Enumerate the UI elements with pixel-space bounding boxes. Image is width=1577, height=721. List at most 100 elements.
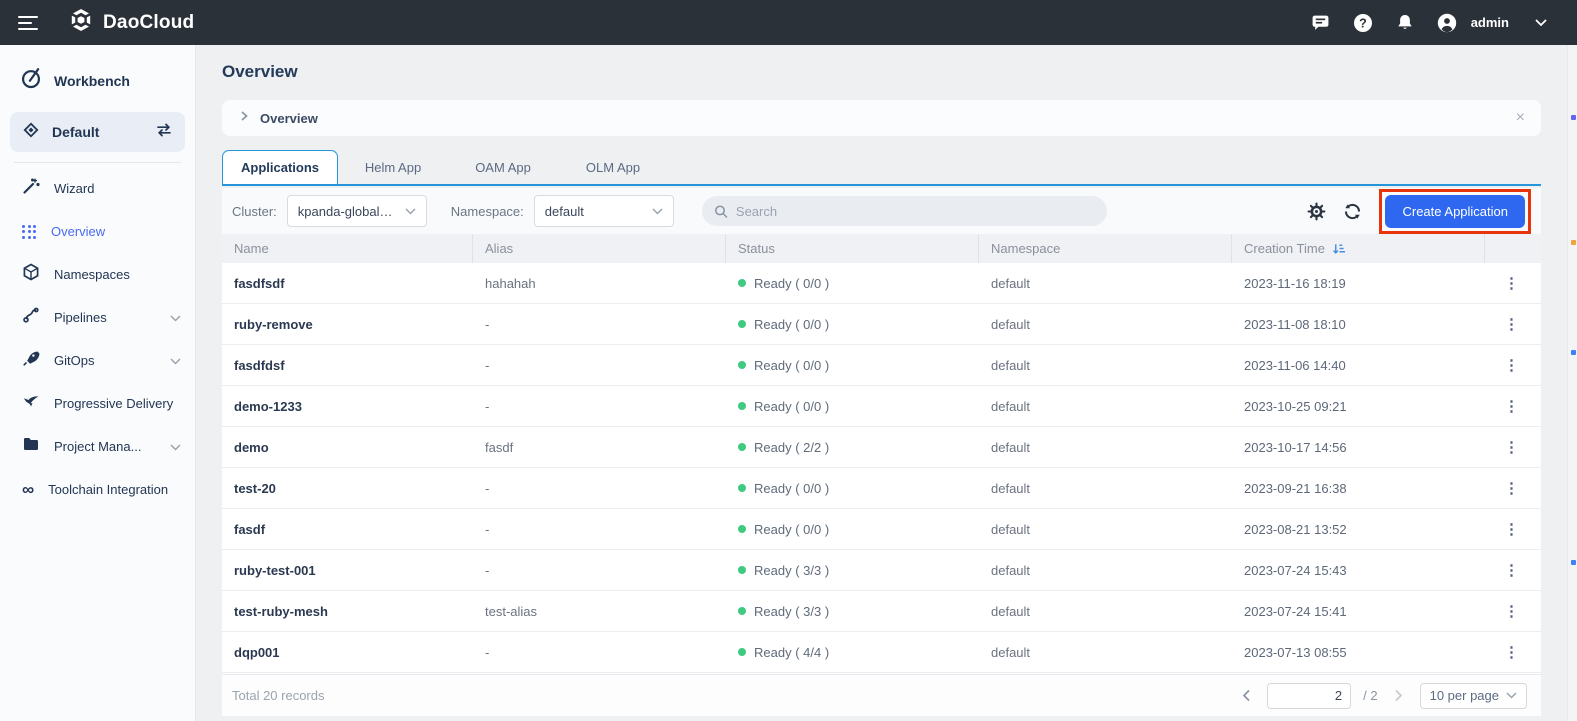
kebab-menu-icon[interactable]: ⋮ [1504,522,1519,537]
app-name[interactable]: ruby-test-001 [222,563,473,578]
page-size-value: 10 per page [1430,688,1499,703]
app-creation-time: 2023-07-13 08:55 [1232,645,1485,660]
message-icon[interactable] [1311,13,1331,33]
cluster-select[interactable]: kpanda-global-clu... [287,195,427,227]
sidebar-item-pipelines[interactable]: Pipelines [0,296,195,339]
close-icon[interactable]: × [1516,110,1525,126]
chevron-down-icon [170,309,181,327]
cluster-label: Cluster: [232,204,277,219]
tab-applications[interactable]: Applications [222,150,338,184]
next-page-icon[interactable] [1390,687,1408,705]
sidebar-item-toolchain-integration[interactable]: ∞ Toolchain Integration [0,468,195,511]
kebab-menu-icon[interactable]: ⋮ [1504,440,1519,455]
sidebar-item-namespaces[interactable]: Namespaces [0,253,195,296]
scrollbar-marker [1571,115,1576,120]
user-menu-chevron-icon[interactable] [1531,13,1551,33]
app-namespace: default [979,481,1232,496]
tab-olm-app[interactable]: OLM App [558,150,668,184]
row-actions: ⋮ [1485,645,1541,660]
sidebar-item-project-management[interactable]: Project Mana... [0,425,195,468]
sort-descending-icon[interactable] [1332,242,1346,255]
column-header-name[interactable]: Name [222,234,473,263]
kebab-menu-icon[interactable]: ⋮ [1504,276,1519,291]
tab-oam-app[interactable]: OAM App [448,150,558,184]
chevron-right-icon[interactable] [238,109,250,127]
sidebar-item-label: Toolchain Integration [48,482,168,497]
app-name[interactable]: fasdf [222,522,473,537]
overview-collapse-panel[interactable]: Overview × [222,100,1541,136]
workbench-label: Workbench [54,73,130,89]
app-name[interactable]: dqp001 [222,645,473,660]
app-alias: hahahah [473,276,726,291]
table-row[interactable]: test-ruby-mesh test-alias Ready ( 3/3 ) … [222,591,1541,632]
table-row[interactable]: fasdfdsf - Ready ( 0/0 ) default 2023-11… [222,345,1541,386]
sidebar-item-progressive-delivery[interactable]: Progressive Delivery [0,382,195,425]
page-number-input[interactable] [1267,683,1351,709]
search-box[interactable] [702,196,1107,226]
app-creation-time: 2023-11-08 18:10 [1232,317,1485,332]
app-name[interactable]: fasdfdsf [222,358,473,373]
app-name[interactable]: test-ruby-mesh [222,604,473,619]
app-namespace: default [979,358,1232,373]
previous-page-icon[interactable] [1237,687,1255,705]
app-namespace: default [979,276,1232,291]
refresh-icon[interactable] [1341,200,1363,222]
table-header: Name Alias Status Namespace Creation Tim… [222,234,1541,263]
sidebar-item-gitops[interactable]: GitOps [0,339,195,382]
page-size-select[interactable]: 10 per page [1420,683,1527,709]
scrollbar[interactable] [1567,45,1577,721]
settings-gear-icon[interactable] [1305,200,1327,222]
app-name[interactable]: demo-1233 [222,399,473,414]
sidebar-item-overview[interactable]: Overview [0,210,195,253]
table-row[interactable]: ruby-test-001 - Ready ( 3/3 ) default 20… [222,550,1541,591]
notification-bell-icon[interactable] [1395,13,1415,33]
status-dot [738,566,746,574]
app-alias: - [473,522,726,537]
kebab-menu-icon[interactable]: ⋮ [1504,563,1519,578]
column-header-namespace[interactable]: Namespace [979,234,1232,263]
scrollbar-marker [1571,350,1576,355]
table-row[interactable]: ruby-remove - Ready ( 0/0 ) default 2023… [222,304,1541,345]
help-icon[interactable]: ? [1353,13,1373,33]
row-actions: ⋮ [1485,276,1541,291]
tab-helm-app[interactable]: Helm App [338,150,448,184]
status-text: Ready ( 4/4 ) [754,645,829,660]
status-dot [738,320,746,328]
create-application-button[interactable]: Create Application [1385,195,1525,228]
sidebar-item-workbench[interactable]: Workbench [0,45,195,112]
column-header-creation-time[interactable]: Creation Time [1232,234,1485,263]
sidebar-item-label: Progressive Delivery [54,396,173,411]
kebab-menu-icon[interactable]: ⋮ [1504,481,1519,496]
table-row[interactable]: fasdfsdf hahahah Ready ( 0/0 ) default 2… [222,263,1541,304]
total-records: Total 20 records [232,688,325,703]
table-row[interactable]: demo fasdf Ready ( 2/2 ) default 2023-10… [222,427,1541,468]
workspace-selector[interactable]: Default [10,112,185,152]
table-row[interactable]: dqp001 - Ready ( 4/4 ) default 2023-07-1… [222,632,1541,673]
kebab-menu-icon[interactable]: ⋮ [1504,604,1519,619]
hamburger-menu-icon[interactable] [18,16,38,30]
sidebar-item-label: Overview [51,224,105,239]
grid-icon [22,225,37,239]
kebab-menu-icon[interactable]: ⋮ [1504,317,1519,332]
search-input[interactable] [736,204,1095,219]
status-text: Ready ( 0/0 ) [754,358,829,373]
pipeline-icon [22,306,40,329]
user-avatar[interactable] [1437,13,1457,33]
kebab-menu-icon[interactable]: ⋮ [1504,645,1519,660]
user-name[interactable]: admin [1471,15,1509,30]
app-name[interactable]: test-20 [222,481,473,496]
table-row[interactable]: demo-1233 - Ready ( 0/0 ) default 2023-1… [222,386,1541,427]
table-row[interactable]: test-20 - Ready ( 0/0 ) default 2023-09-… [222,468,1541,509]
app-name[interactable]: ruby-remove [222,317,473,332]
row-actions: ⋮ [1485,358,1541,373]
namespace-select[interactable]: default [534,195,674,227]
app-name[interactable]: fasdfsdf [222,276,473,291]
app-name[interactable]: demo [222,440,473,455]
column-header-alias[interactable]: Alias [473,234,726,263]
column-header-status[interactable]: Status [726,234,979,263]
kebab-menu-icon[interactable]: ⋮ [1504,358,1519,373]
switch-workspace-icon[interactable] [155,122,173,143]
sidebar-item-wizard[interactable]: Wizard [0,167,195,210]
kebab-menu-icon[interactable]: ⋮ [1504,399,1519,414]
table-row[interactable]: fasdf - Ready ( 0/0 ) default 2023-08-21… [222,509,1541,550]
